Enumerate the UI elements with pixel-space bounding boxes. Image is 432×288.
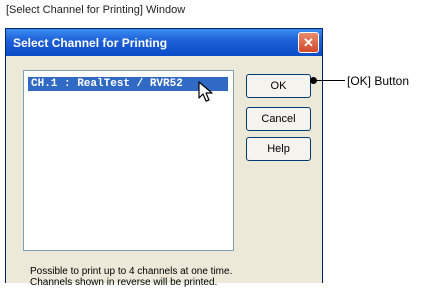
ok-button-callout-label: [OK] Button [347, 74, 410, 88]
cancel-button[interactable]: Cancel [246, 107, 311, 131]
dialog-title: Select Channel for Printing [13, 36, 168, 50]
close-icon: ✕ [303, 35, 314, 50]
note-line-1: Possible to print up to 4 channels at on… [30, 266, 233, 277]
arrow-pointer-icon [198, 81, 213, 102]
help-button[interactable]: Help [246, 137, 311, 161]
close-button[interactable]: ✕ [298, 32, 319, 53]
callout-line [316, 80, 345, 81]
figure-caption: [Select Channel for Printing] Window [6, 4, 186, 16]
title-bar: Select Channel for Printing ✕ [6, 29, 322, 56]
select-channel-dialog: Select Channel for Printing ✕ CH.1 : Rea… [5, 28, 323, 288]
ok-button[interactable]: OK [246, 74, 311, 98]
